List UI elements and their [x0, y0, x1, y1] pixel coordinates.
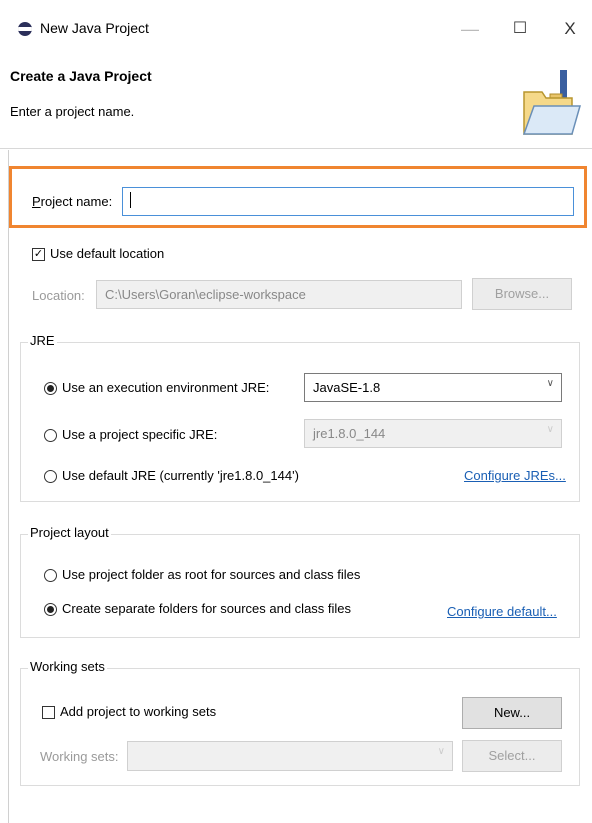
chevron-down-icon: ∨: [546, 424, 554, 435]
chevron-down-icon: ∨: [546, 378, 554, 389]
folder-jar-icon: [522, 70, 581, 135]
project-root-radio[interactable]: [44, 569, 57, 582]
working-sets-select: ∨: [127, 741, 453, 771]
project-name-label: Project name:: [32, 194, 113, 209]
working-sets-label: Working sets:: [40, 749, 119, 764]
window-title: New Java Project: [40, 20, 149, 36]
new-working-set-button[interactable]: New...: [462, 697, 562, 729]
project-root-label: Use project folder as root for sources a…: [62, 567, 361, 582]
use-default-location-label: Use default location: [50, 246, 165, 261]
wizard-description: Enter a project name.: [10, 104, 135, 119]
execution-env-select[interactable]: JavaSE-1.8 ∨: [304, 373, 562, 402]
configure-default-link[interactable]: Configure default...: [447, 604, 557, 619]
location-input: C:\Users\Goran\eclipse-workspace: [96, 280, 462, 309]
project-specific-jre-select: jre1.8.0_144 ∨: [304, 419, 562, 448]
project-layout-group: [20, 534, 580, 638]
execution-env-label: Use an execution environment JRE:: [62, 380, 270, 395]
execution-env-radio[interactable]: [44, 382, 57, 395]
close-button[interactable]: X: [552, 14, 588, 44]
location-label: Location:: [32, 288, 85, 303]
minimize-button[interactable]: —: [452, 14, 488, 44]
project-name-input[interactable]: [122, 187, 574, 216]
use-default-location-checkbox[interactable]: ✓: [32, 248, 45, 261]
project-specific-jre-label: Use a project specific JRE:: [62, 427, 218, 442]
default-jre-radio[interactable]: [44, 470, 57, 483]
project-specific-jre-radio[interactable]: [44, 429, 57, 442]
text-caret: [130, 192, 131, 208]
select-working-sets-button: Select...: [462, 740, 562, 772]
working-sets-group-title: Working sets: [28, 659, 107, 674]
maximize-button[interactable]: ☐: [502, 14, 538, 44]
project-layout-group-title: Project layout: [28, 525, 111, 540]
add-to-working-sets-label: Add project to working sets: [60, 704, 217, 719]
browse-button: Browse...: [472, 278, 572, 310]
separate-folders-radio[interactable]: [44, 603, 57, 616]
eclipse-icon: [18, 22, 32, 36]
chevron-down-icon: ∨: [437, 746, 445, 757]
default-jre-label: Use default JRE (currently 'jre1.8.0_144…: [62, 468, 299, 483]
configure-jres-link[interactable]: Configure JREs...: [464, 468, 566, 483]
add-to-working-sets-checkbox[interactable]: [42, 706, 55, 719]
separate-folders-label: Create separate folders for sources and …: [62, 601, 352, 616]
wizard-title: Create a Java Project: [10, 68, 152, 84]
jre-group-title: JRE: [28, 333, 57, 348]
